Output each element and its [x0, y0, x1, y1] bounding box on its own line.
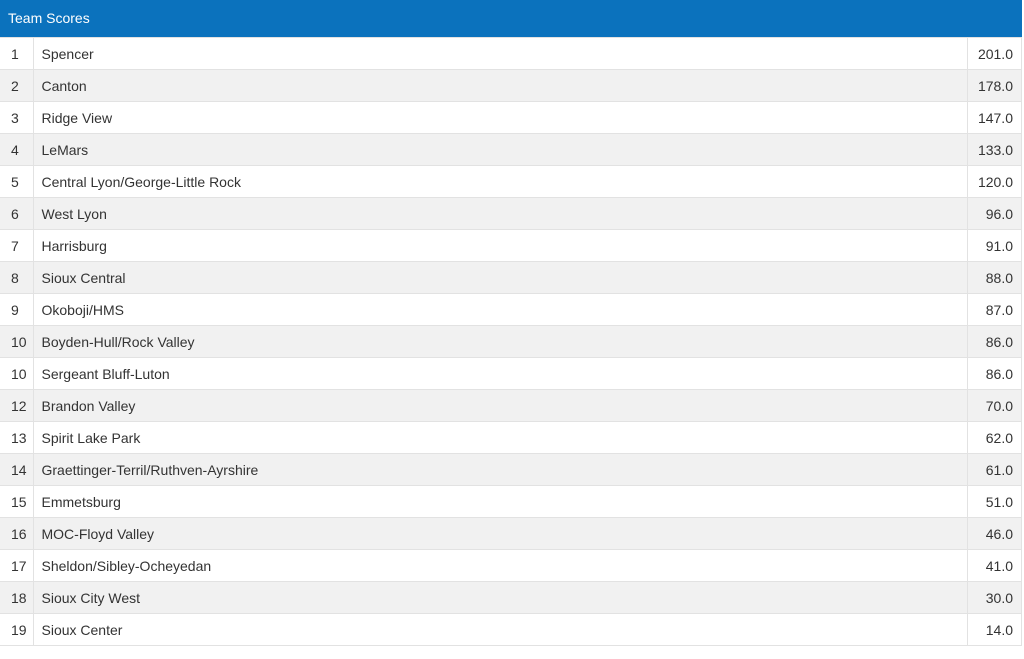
team-name-cell: Brandon Valley — [32, 389, 968, 422]
team-name-cell: Spencer — [32, 37, 968, 70]
team-scores-body: 1 Spencer 201.0 2 Canton 178.0 3 Ridge V… — [0, 37, 1022, 646]
score-cell: 133.0 — [967, 133, 1022, 166]
team-name-cell: Emmetsburg — [32, 485, 968, 518]
place-cell: 19 — [0, 613, 34, 646]
score-cell: 147.0 — [967, 101, 1022, 134]
table-row: 8 Sioux Central 88.0 — [0, 261, 1022, 294]
team-name-cell: Sergeant Bluff-Luton — [32, 357, 968, 390]
table-row: 6 West Lyon 96.0 — [0, 197, 1022, 230]
team-name-cell: Ridge View — [32, 101, 968, 134]
table-row: 14 Graettinger-Terril/Ruthven-Ayrshire 6… — [0, 453, 1022, 486]
place-cell: 3 — [0, 101, 34, 134]
table-row: 19 Sioux Center 14.0 — [0, 613, 1022, 646]
team-scores-panel: Team Scores 1 Spencer 201.0 2 Canton 178… — [0, 0, 1022, 646]
score-cell: 178.0 — [967, 69, 1022, 102]
team-name-cell: LeMars — [32, 133, 968, 166]
score-cell: 86.0 — [967, 325, 1022, 358]
place-cell: 4 — [0, 133, 34, 166]
score-cell: 61.0 — [967, 453, 1022, 486]
team-name-cell: West Lyon — [32, 197, 968, 230]
table-row: 10 Sergeant Bluff-Luton 86.0 — [0, 357, 1022, 390]
score-cell: 70.0 — [967, 389, 1022, 422]
table-row: 15 Emmetsburg 51.0 — [0, 485, 1022, 518]
score-cell: 96.0 — [967, 197, 1022, 230]
place-cell: 6 — [0, 197, 34, 230]
table-row: 12 Brandon Valley 70.0 — [0, 389, 1022, 422]
place-cell: 16 — [0, 517, 34, 550]
score-cell: 201.0 — [967, 37, 1022, 70]
table-row: 7 Harrisburg 91.0 — [0, 229, 1022, 262]
panel-title: Team Scores — [0, 0, 1022, 37]
place-cell: 12 — [0, 389, 34, 422]
place-cell: 10 — [0, 357, 34, 390]
score-cell: 87.0 — [967, 293, 1022, 326]
place-cell: 10 — [0, 325, 34, 358]
table-row: 5 Central Lyon/George-Little Rock 120.0 — [0, 165, 1022, 198]
table-row: 17 Sheldon/Sibley-Ocheyedan 41.0 — [0, 549, 1022, 582]
score-cell: 30.0 — [967, 581, 1022, 614]
place-cell: 9 — [0, 293, 34, 326]
score-cell: 51.0 — [967, 485, 1022, 518]
team-name-cell: Sioux City West — [32, 581, 968, 614]
team-name-cell: Sheldon/Sibley-Ocheyedan — [32, 549, 968, 582]
place-cell: 15 — [0, 485, 34, 518]
place-cell: 7 — [0, 229, 34, 262]
score-cell: 46.0 — [967, 517, 1022, 550]
team-name-cell: Central Lyon/George-Little Rock — [32, 165, 968, 198]
place-cell: 1 — [0, 37, 34, 70]
place-cell: 5 — [0, 165, 34, 198]
place-cell: 13 — [0, 421, 34, 454]
score-cell: 62.0 — [967, 421, 1022, 454]
table-row: 18 Sioux City West 30.0 — [0, 581, 1022, 614]
score-cell: 86.0 — [967, 357, 1022, 390]
place-cell: 2 — [0, 69, 34, 102]
score-cell: 91.0 — [967, 229, 1022, 262]
team-name-cell: Graettinger-Terril/Ruthven-Ayrshire — [32, 453, 968, 486]
team-name-cell: Canton — [32, 69, 968, 102]
table-row: 3 Ridge View 147.0 — [0, 101, 1022, 134]
score-cell: 120.0 — [967, 165, 1022, 198]
table-row: 10 Boyden-Hull/Rock Valley 86.0 — [0, 325, 1022, 358]
team-name-cell: MOC-Floyd Valley — [32, 517, 968, 550]
team-name-cell: Okoboji/HMS — [32, 293, 968, 326]
team-name-cell: Sioux Central — [32, 261, 968, 294]
team-name-cell: Harrisburg — [32, 229, 968, 262]
team-name-cell: Boyden-Hull/Rock Valley — [32, 325, 968, 358]
score-cell: 14.0 — [967, 613, 1022, 646]
place-cell: 8 — [0, 261, 34, 294]
score-cell: 88.0 — [967, 261, 1022, 294]
place-cell: 14 — [0, 453, 34, 486]
team-scores-table: 1 Spencer 201.0 2 Canton 178.0 3 Ridge V… — [0, 37, 1022, 646]
place-cell: 17 — [0, 549, 34, 582]
table-row: 4 LeMars 133.0 — [0, 133, 1022, 166]
table-row: 1 Spencer 201.0 — [0, 37, 1022, 70]
team-name-cell: Sioux Center — [32, 613, 968, 646]
table-row: 9 Okoboji/HMS 87.0 — [0, 293, 1022, 326]
team-name-cell: Spirit Lake Park — [32, 421, 968, 454]
table-row: 2 Canton 178.0 — [0, 69, 1022, 102]
score-cell: 41.0 — [967, 549, 1022, 582]
table-row: 13 Spirit Lake Park 62.0 — [0, 421, 1022, 454]
table-row: 16 MOC-Floyd Valley 46.0 — [0, 517, 1022, 550]
place-cell: 18 — [0, 581, 34, 614]
